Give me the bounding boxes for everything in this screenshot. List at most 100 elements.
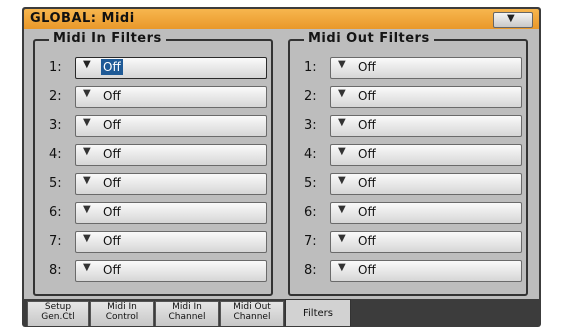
midi-in-filter-2-select[interactable]: ▼ Off <box>75 86 267 108</box>
midi-in-filters-group: Midi In Filters 1: ▼ Off 2: ▼ Off 3: ▼ O… <box>33 31 273 296</box>
midi-out-filters-title: Midi Out Filters <box>304 31 434 46</box>
dropdown-arrow-icon: ▼ <box>338 88 346 99</box>
tab-label-line1: Midi In <box>172 302 202 312</box>
midi-out-filter-row: 1: ▼ Off <box>290 57 526 79</box>
midi-out-filter-row: 5: ▼ Off <box>290 173 526 195</box>
tab-label-line1: Filters <box>303 308 333 319</box>
filter-number: 3: <box>304 118 317 133</box>
midi-in-filter-row: 1: ▼ Off <box>35 57 271 79</box>
midi-in-filter-row: 3: ▼ Off <box>35 115 271 137</box>
filter-value: Off <box>358 263 376 277</box>
midi-out-filter-row: 8: ▼ Off <box>290 260 526 282</box>
filter-value: Off <box>358 89 376 103</box>
dropdown-arrow-icon: ▼ <box>83 146 91 157</box>
dropdown-arrow-icon: ▼ <box>83 59 91 70</box>
midi-out-filter-2-select[interactable]: ▼ Off <box>330 86 522 108</box>
dropdown-arrow-icon: ▼ <box>338 262 346 273</box>
midi-in-filter-4-select[interactable]: ▼ Off <box>75 144 267 166</box>
title-bar: GLOBAL: Midi ▼ <box>24 9 539 29</box>
filter-value: Off <box>358 60 376 74</box>
dropdown-arrow-icon: ▼ <box>83 175 91 186</box>
filter-number: 2: <box>49 89 62 104</box>
dropdown-arrow-icon: ▼ <box>83 233 91 244</box>
filter-value: Off <box>103 118 121 132</box>
menu-arrow-icon: ▼ <box>507 13 515 24</box>
filter-number: 8: <box>304 263 317 278</box>
filter-value: Off <box>103 176 121 190</box>
midi-in-filter-8-select[interactable]: ▼ Off <box>75 260 267 282</box>
filter-value: Off <box>358 118 376 132</box>
filter-value: Off <box>103 89 121 103</box>
filter-value: Off <box>103 147 121 161</box>
tab-label-line2: Control <box>105 312 139 322</box>
filter-number: 2: <box>304 89 317 104</box>
midi-out-filter-8-select[interactable]: ▼ Off <box>330 260 522 282</box>
filter-number: 5: <box>49 176 62 191</box>
midi-out-filters-group: Midi Out Filters 1: ▼ Off 2: ▼ Off 3: ▼ … <box>288 31 528 296</box>
filter-number: 3: <box>49 118 62 133</box>
midi-in-filter-7-select[interactable]: ▼ Off <box>75 231 267 253</box>
filter-number: 4: <box>49 147 62 162</box>
tab-label-line2: Channel <box>168 312 206 322</box>
filter-value: Off <box>358 205 376 219</box>
filter-value: Off <box>103 234 121 248</box>
filter-number: 7: <box>49 234 62 249</box>
filter-value: Off <box>358 147 376 161</box>
midi-out-filter-row: 2: ▼ Off <box>290 86 526 108</box>
midi-in-filter-1-select[interactable]: ▼ Off <box>75 57 267 79</box>
dropdown-arrow-icon: ▼ <box>83 117 91 128</box>
midi-out-filter-1-select[interactable]: ▼ Off <box>330 57 522 79</box>
dropdown-arrow-icon: ▼ <box>338 59 346 70</box>
midi-out-filter-6-select[interactable]: ▼ Off <box>330 202 522 224</box>
midi-in-filter-row: 5: ▼ Off <box>35 173 271 195</box>
midi-out-filter-row: 6: ▼ Off <box>290 202 526 224</box>
content-panel: Midi In Filters 1: ▼ Off 2: ▼ Off 3: ▼ O… <box>24 29 539 299</box>
midi-in-filter-row: 8: ▼ Off <box>35 260 271 282</box>
dropdown-arrow-icon: ▼ <box>83 88 91 99</box>
filter-number: 6: <box>304 205 317 220</box>
tab-setup-gen-ctl[interactable]: Setup Gen.Ctl <box>27 301 89 326</box>
tab-filters[interactable]: Filters <box>285 299 351 326</box>
dropdown-arrow-icon: ▼ <box>338 204 346 215</box>
midi-out-filter-4-select[interactable]: ▼ Off <box>330 144 522 166</box>
midi-in-filter-5-select[interactable]: ▼ Off <box>75 173 267 195</box>
filter-number: 4: <box>304 147 317 162</box>
midi-in-filter-3-select[interactable]: ▼ Off <box>75 115 267 137</box>
dropdown-arrow-icon: ▼ <box>338 175 346 186</box>
filter-value: Off <box>101 59 123 75</box>
dropdown-arrow-icon: ▼ <box>83 262 91 273</box>
filter-number: 1: <box>49 60 62 75</box>
filter-number: 5: <box>304 176 317 191</box>
tab-label-line2: Gen.Ctl <box>41 312 75 322</box>
tab-midi-out-channel[interactable]: Midi Out Channel <box>220 301 284 326</box>
filter-value: Off <box>103 205 121 219</box>
midi-in-filter-row: 2: ▼ Off <box>35 86 271 108</box>
page-title: GLOBAL: Midi <box>30 11 135 26</box>
dropdown-arrow-icon: ▼ <box>338 117 346 128</box>
filter-value: Off <box>103 263 121 277</box>
midi-in-filters-title: Midi In Filters <box>49 31 166 46</box>
dropdown-arrow-icon: ▼ <box>338 146 346 157</box>
tab-bar: Setup Gen.Ctl Midi In Control Midi In Ch… <box>24 299 539 326</box>
midi-out-filter-3-select[interactable]: ▼ Off <box>330 115 522 137</box>
midi-in-filter-row: 4: ▼ Off <box>35 144 271 166</box>
midi-in-filter-6-select[interactable]: ▼ Off <box>75 202 267 224</box>
midi-in-filter-row: 7: ▼ Off <box>35 231 271 253</box>
tab-label-line1: Setup <box>44 302 72 312</box>
midi-in-filter-row: 6: ▼ Off <box>35 202 271 224</box>
midi-out-filter-5-select[interactable]: ▼ Off <box>330 173 522 195</box>
dropdown-arrow-icon: ▼ <box>338 233 346 244</box>
tab-midi-in-control[interactable]: Midi In Control <box>90 301 154 326</box>
dropdown-arrow-icon: ▼ <box>83 204 91 215</box>
tab-label-line1: Midi Out <box>233 302 271 312</box>
midi-out-filter-row: 4: ▼ Off <box>290 144 526 166</box>
filter-number: 1: <box>304 60 317 75</box>
tab-midi-in-channel[interactable]: Midi In Channel <box>155 301 219 326</box>
tab-label-line2: Channel <box>233 312 271 322</box>
midi-out-filter-7-select[interactable]: ▼ Off <box>330 231 522 253</box>
filter-number: 6: <box>49 205 62 220</box>
midi-out-filter-row: 7: ▼ Off <box>290 231 526 253</box>
filter-number: 7: <box>304 234 317 249</box>
page-menu-button[interactable]: ▼ <box>493 12 533 28</box>
filter-number: 8: <box>49 263 62 278</box>
